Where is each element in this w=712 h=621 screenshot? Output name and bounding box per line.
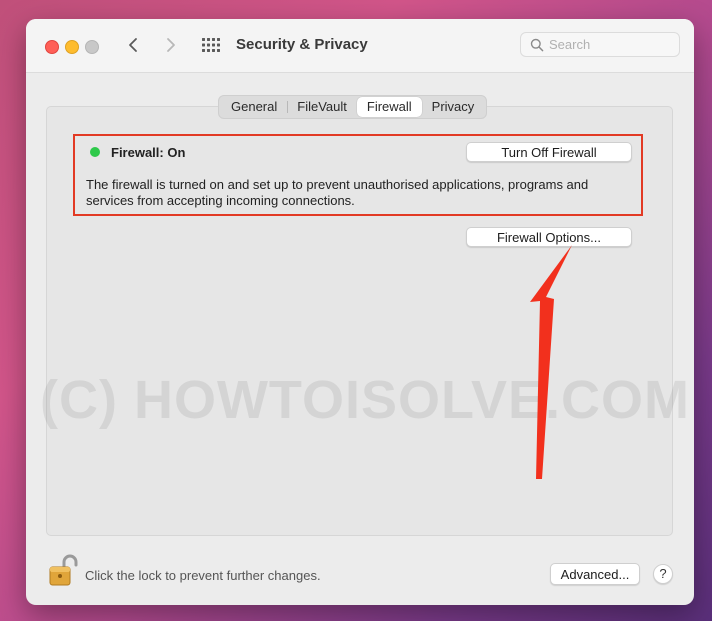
back-button[interactable] bbox=[123, 32, 145, 58]
tab-privacy[interactable]: Privacy bbox=[422, 96, 485, 118]
window-title: Security & Privacy bbox=[236, 36, 368, 53]
preferences-window: Security & Privacy (C) HOWTOISOLVE.COM G… bbox=[26, 19, 694, 605]
forward-button[interactable] bbox=[159, 32, 181, 58]
turn-off-firewall-button[interactable]: Turn Off Firewall bbox=[466, 142, 632, 162]
search-field[interactable] bbox=[520, 32, 680, 57]
tab-bar: General FileVault Firewall Privacy bbox=[218, 95, 488, 119]
chevron-right-icon bbox=[167, 38, 175, 52]
status-indicator bbox=[90, 147, 100, 157]
tab-filevault[interactable]: FileVault bbox=[287, 96, 357, 118]
firewall-description: The firewall is turned on and set up to … bbox=[86, 177, 589, 208]
title-bar: Security & Privacy bbox=[26, 19, 694, 73]
firewall-status: Firewall: On bbox=[111, 145, 186, 160]
minimize-icon[interactable] bbox=[65, 40, 79, 54]
lock-hint-text: Click the lock to prevent further change… bbox=[85, 568, 321, 583]
watermark-text: (C) HOWTOISOLVE.COM bbox=[40, 370, 690, 430]
search-input[interactable] bbox=[549, 36, 669, 53]
close-icon[interactable] bbox=[45, 40, 59, 54]
tab-firewall[interactable]: Firewall bbox=[356, 97, 422, 117]
help-button[interactable]: ? bbox=[653, 564, 673, 584]
arrow-annotation bbox=[530, 245, 572, 479]
lock-icon[interactable] bbox=[48, 553, 78, 587]
advanced-button[interactable]: Advanced... bbox=[550, 563, 640, 585]
chevron-left-icon bbox=[129, 38, 137, 52]
grid-icon[interactable] bbox=[202, 38, 220, 52]
search-icon bbox=[530, 38, 544, 52]
tab-general[interactable]: General bbox=[221, 96, 287, 118]
zoom-icon[interactable] bbox=[85, 40, 99, 54]
